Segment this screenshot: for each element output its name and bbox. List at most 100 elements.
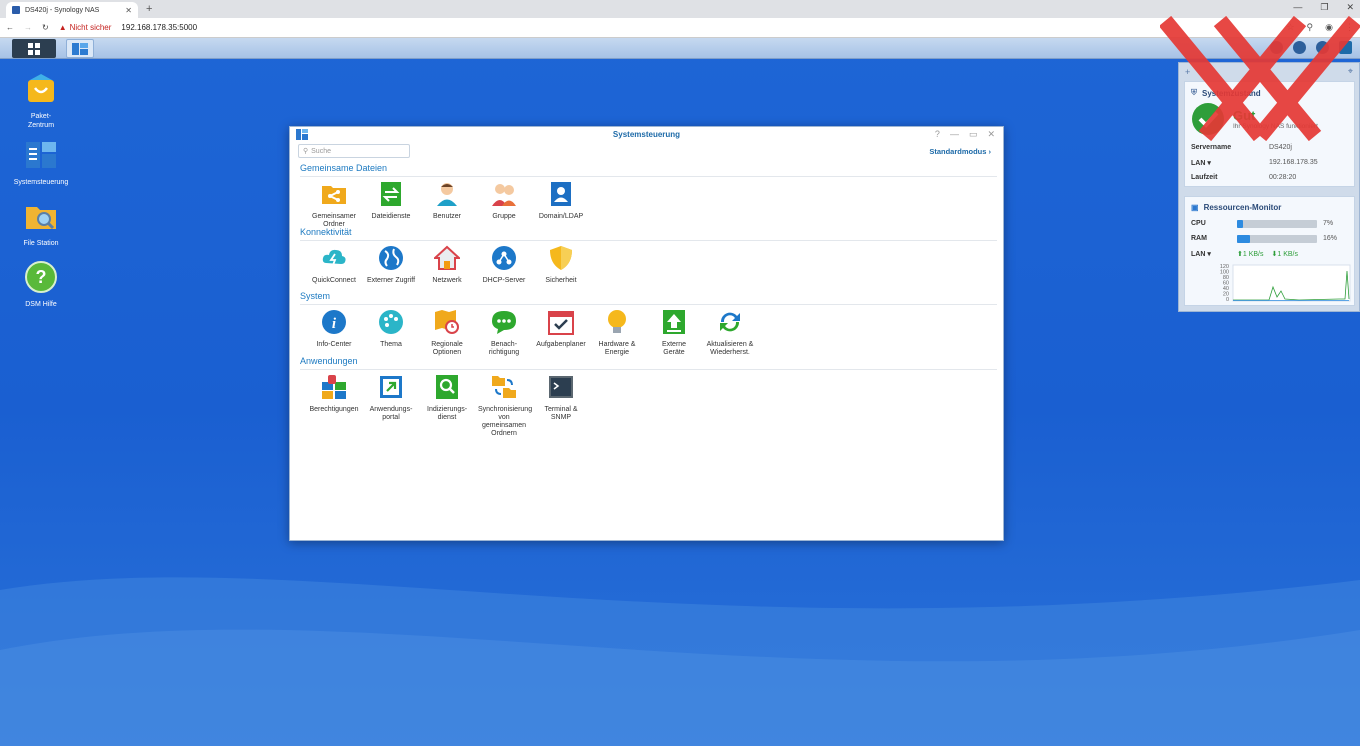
globe-icon (379, 246, 403, 270)
info-row[interactable]: LAN ▾ 192.168.178.35 (1185, 155, 1354, 170)
item-security[interactable]: Sicherheit (531, 245, 591, 285)
minimize-icon[interactable]: — (1293, 2, 1302, 13)
synology-favicon-icon (12, 6, 20, 14)
lan-label: LAN (1191, 250, 1206, 258)
item-external-devices[interactable]: Externe Geräte (644, 309, 704, 357)
menu-icon[interactable]: ⋮ (1345, 22, 1354, 33)
desktop-icon-control-panel[interactable]: Systemsteuerung (10, 138, 72, 187)
widgets-icon[interactable] (1339, 41, 1352, 54)
item-quickconnect[interactable]: QuickConnect (304, 245, 364, 285)
item-task-scheduler[interactable]: Aufgabenplaner (531, 309, 591, 349)
desktop-icon-label: Systemsteuerung (13, 179, 69, 186)
cpu-bar (1237, 219, 1317, 228)
item-notification[interactable]: Benach-richtigung (474, 309, 534, 357)
reload-icon[interactable]: ↻ (42, 23, 49, 32)
cpu-bar-fill (1237, 219, 1243, 228)
close-tab-icon[interactable]: ✕ (125, 6, 132, 15)
main-menu-button[interactable] (12, 39, 56, 58)
help-icon[interactable]: ? (935, 129, 940, 140)
lan-row[interactable]: LAN ▾ ⬆1 KB/s ⬇1 KB/s (1185, 246, 1354, 261)
widget-title: Systemzustand (1202, 88, 1261, 98)
network-house-icon (432, 245, 462, 270)
browser-window-controls: — ❐ ✕ (1293, 2, 1354, 13)
ram-bar-fill (1237, 234, 1250, 243)
item-update-restore[interactable]: Aktualisieren & Wiederherst. (700, 309, 760, 357)
item-group[interactable]: Gruppe (474, 181, 534, 221)
desktop-icon-file-station[interactable]: File Station (10, 199, 72, 248)
quickconnect-icon (322, 249, 346, 266)
star-icon[interactable]: ☆ (1286, 22, 1294, 33)
privileges-icon (322, 375, 346, 399)
graph-area (1232, 264, 1351, 302)
svg-text:?: ? (36, 267, 47, 287)
item-file-services[interactable]: Dateidienste (361, 181, 421, 221)
search-placeholder: Suche (311, 147, 331, 155)
item-external-access[interactable]: Externer Zugriff (361, 245, 421, 285)
item-hardware-power[interactable]: Hardware & Energie (587, 309, 647, 357)
item-info-center[interactable]: i Info-Center (304, 309, 364, 349)
domain-ldap-icon (551, 182, 571, 206)
mode-switch-link[interactable]: Standardmodus › (929, 147, 991, 156)
minimize-icon[interactable]: — (950, 129, 959, 140)
row-value: DS420j (1269, 144, 1292, 151)
download-rate: ⬇1 KB/s (1272, 250, 1299, 258)
portal-icon (380, 376, 402, 398)
desktop-icon-package-center[interactable]: Paket- Zentrum (10, 72, 72, 130)
add-widget-icon[interactable]: + (1185, 67, 1190, 77)
extension-icon[interactable]: ⚲ (1307, 22, 1314, 33)
pin-icon[interactable]: ⌖ (1348, 66, 1353, 77)
search-icon[interactable] (1316, 41, 1329, 54)
row-label: LAN ▾ (1191, 159, 1269, 167)
map-clock-icon (435, 310, 459, 334)
ram-label: RAM (1191, 235, 1207, 242)
window-title-bar[interactable]: Systemsteuerung ? — ▭ ✕ (290, 127, 1003, 143)
item-dhcp-server[interactable]: DHCP-Server (474, 245, 534, 285)
ram-row: RAM 16% (1185, 231, 1354, 246)
external-device-icon (663, 310, 685, 334)
item-application-portal[interactable]: Anwendungs-portal (361, 374, 421, 422)
ram-bar (1237, 234, 1317, 243)
section-applications: Anwendungen Berechtigungen Anwendungs-po… (300, 356, 997, 437)
new-tab-button[interactable]: + (146, 3, 152, 15)
file-services-icon (381, 182, 401, 206)
item-user[interactable]: Benutzer (417, 181, 477, 221)
magnifier-icon (436, 375, 458, 399)
item-network[interactable]: Netzwerk (417, 245, 477, 285)
item-theme[interactable]: Thema (361, 309, 421, 349)
lightbulb-icon (608, 310, 626, 333)
widget-panel: + ⌖ ⛨ Systemzustand Gut Ihr Synology NAS … (1178, 62, 1360, 312)
item-terminal-snmp[interactable]: Terminal & SNMP (531, 374, 591, 422)
back-icon[interactable]: ← (6, 23, 14, 32)
item-regional-options[interactable]: Regionale Optionen (417, 309, 477, 357)
lan-traffic-graph: 120 100 80 60 40 20 0 (1220, 264, 1351, 303)
search-input[interactable]: ⚲ Suche (298, 144, 410, 158)
desktop-icon-dsm-help[interactable]: ? DSM Hilfe (10, 260, 72, 309)
security-warning[interactable]: ▲ Nicht sicher (59, 23, 112, 32)
terminal-icon (549, 376, 573, 398)
item-shared-folder-sync[interactable]: Synchronisierung von gemeinsamen Ordnern (474, 374, 534, 438)
maximize-icon[interactable]: ▭ (969, 129, 978, 140)
taskbar-control-panel-button[interactable] (66, 39, 94, 58)
notification-icon[interactable] (1270, 41, 1283, 54)
chat-bubble-icon (492, 311, 516, 334)
profile-icon[interactable]: ◉ (1325, 22, 1333, 33)
control-panel-icon (72, 42, 88, 55)
url-field[interactable]: 192.168.178.35:5000 (121, 23, 197, 32)
user-icon[interactable] (1293, 41, 1306, 54)
dsm-taskbar (0, 38, 1360, 59)
cpu-value: 7% (1323, 220, 1334, 227)
item-indexing-service[interactable]: Indizierungs-dienst (417, 374, 477, 422)
security-label: Nicht sicher (69, 23, 112, 32)
item-domain-ldap[interactable]: Domain/LDAP (531, 181, 591, 221)
close-window-icon[interactable]: ✕ (1346, 2, 1354, 13)
close-icon[interactable]: ✕ (987, 129, 995, 140)
browser-tab[interactable]: DS420j - Synology NAS ✕ (6, 2, 138, 18)
forward-icon[interactable]: → (24, 23, 32, 32)
row-label: Servername (1191, 144, 1232, 151)
item-label: Gruppe (492, 213, 516, 220)
item-shared-folder[interactable]: Gemeinsamer Ordner (304, 181, 364, 229)
item-label: Benutzer (432, 213, 462, 220)
restore-icon[interactable]: ❐ (1320, 2, 1328, 13)
section-title: Anwendungen (300, 356, 997, 370)
item-privileges[interactable]: Berechtigungen (304, 374, 364, 414)
